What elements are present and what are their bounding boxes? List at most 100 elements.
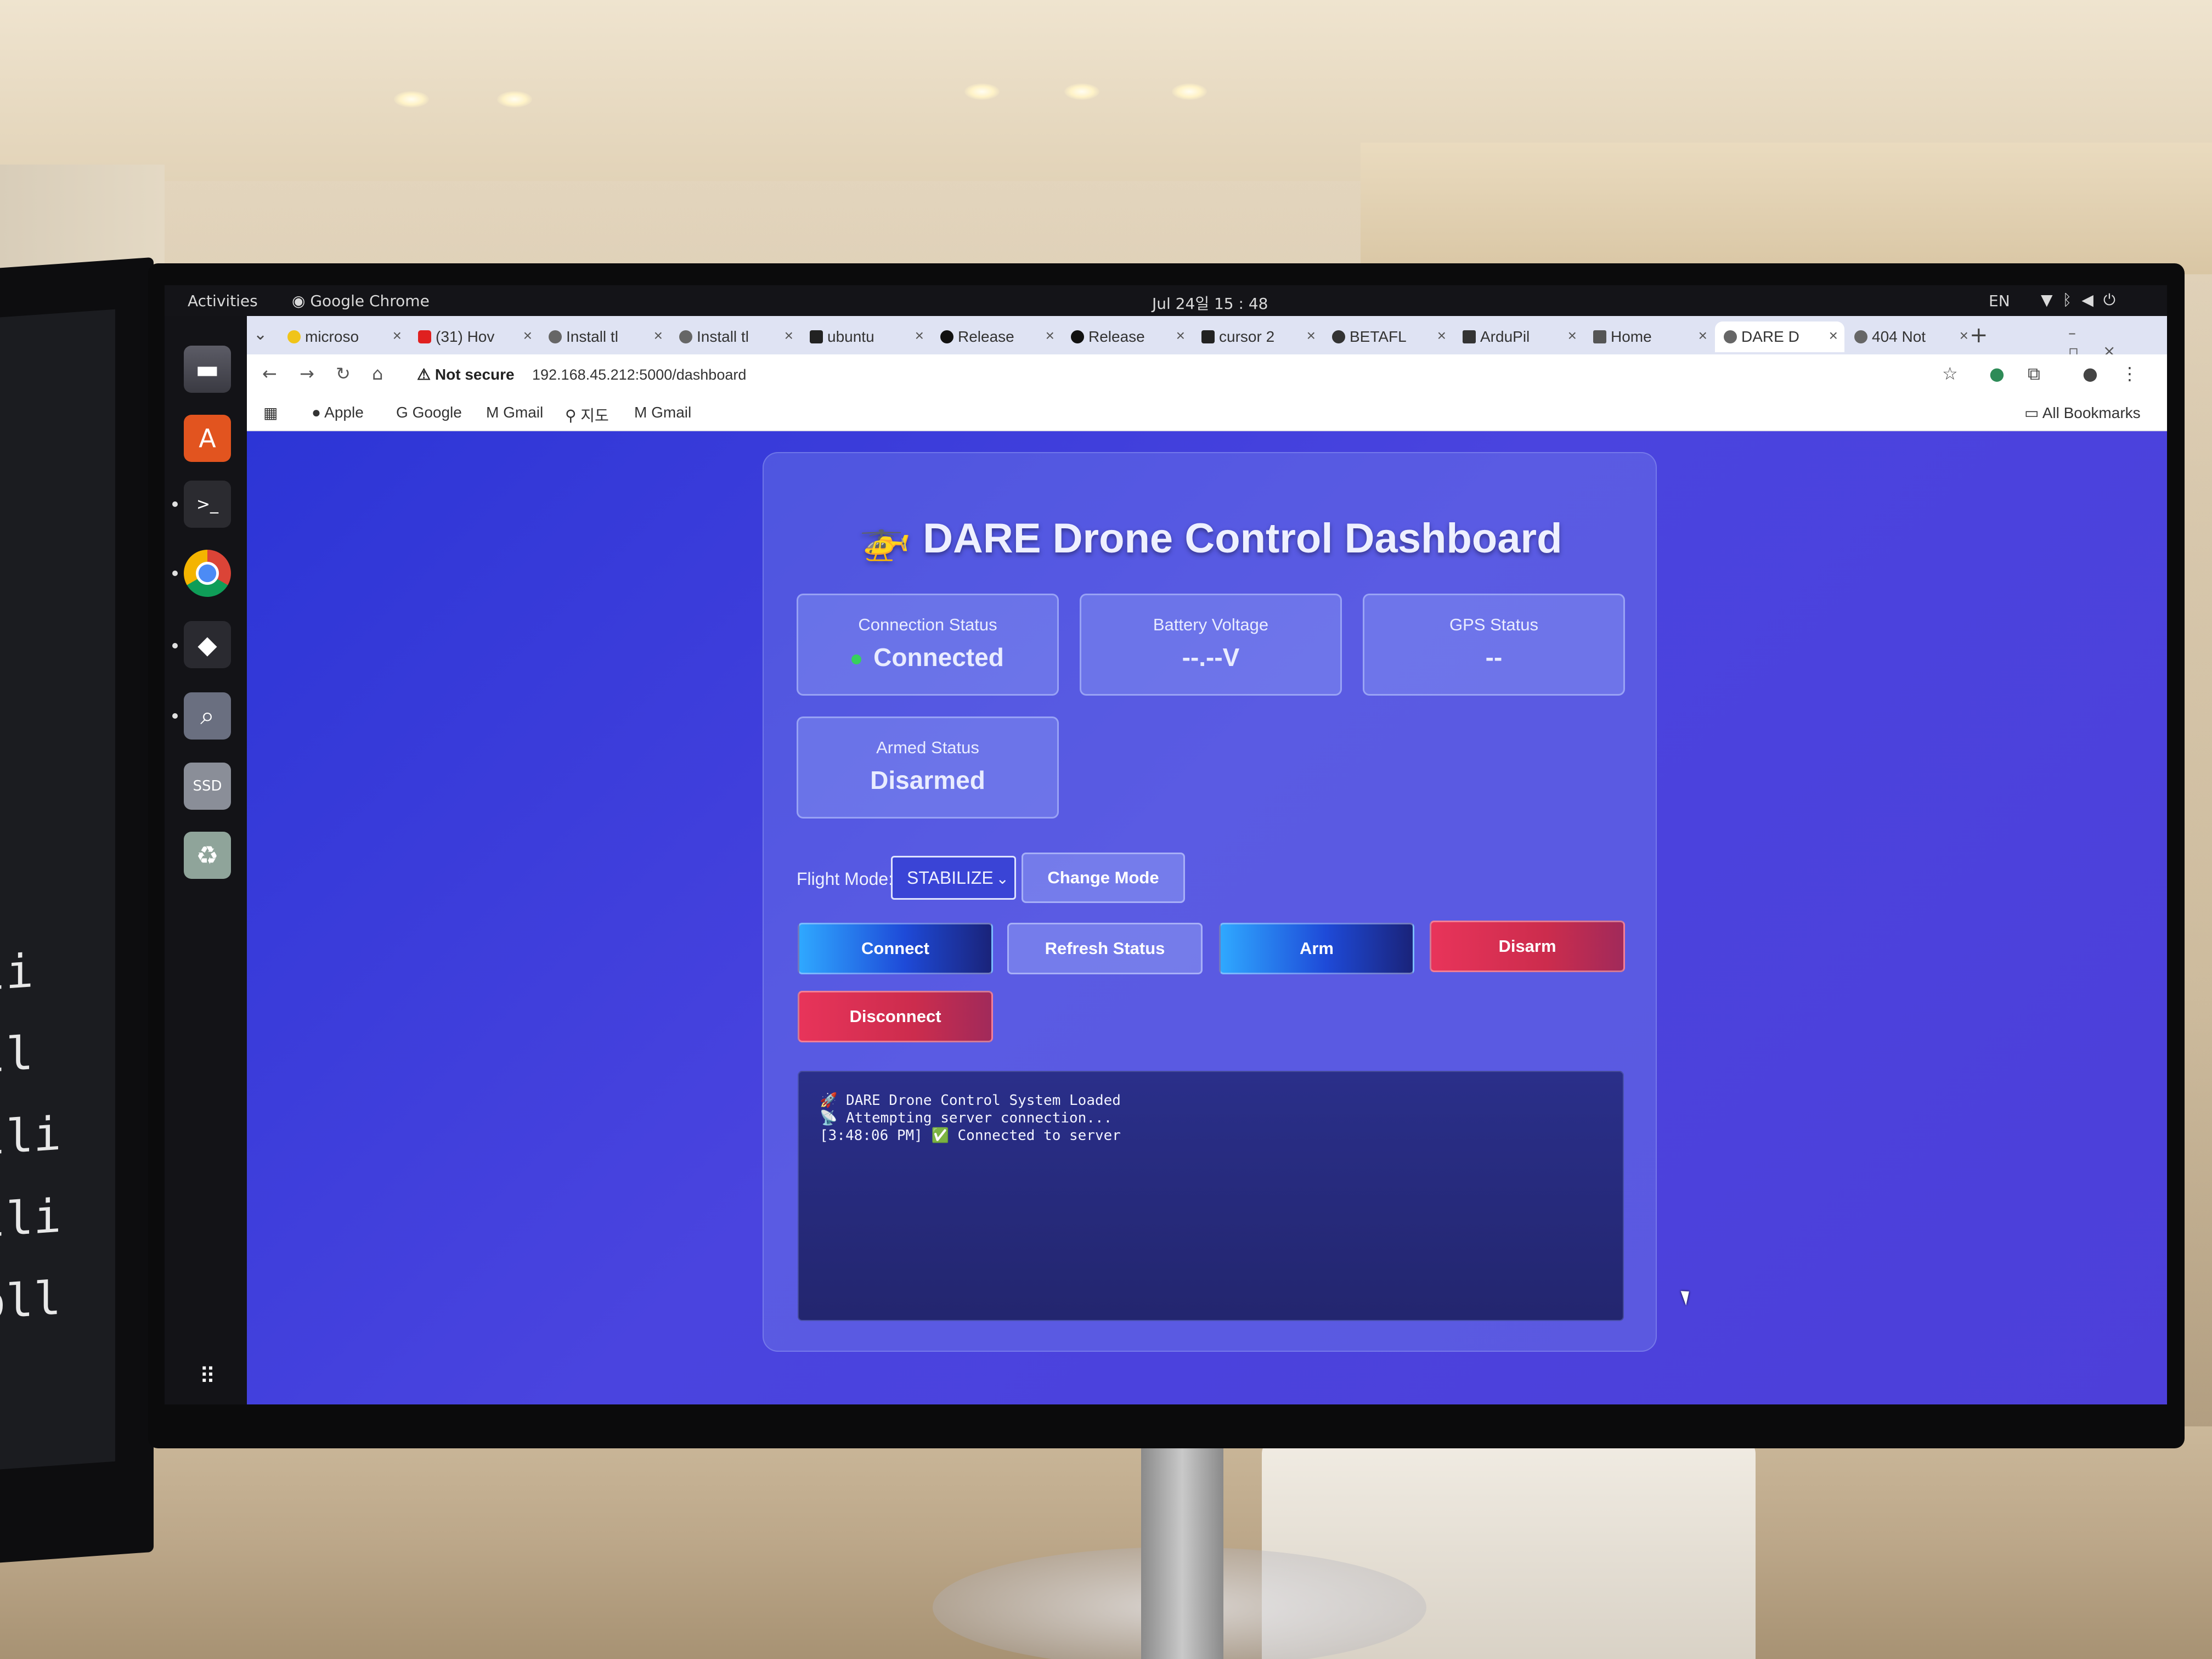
system-tray[interactable]: ▼ᛒ◀⏻ <box>2041 291 2125 309</box>
chrome-icon[interactable] <box>184 550 231 597</box>
running-indicator <box>172 501 178 507</box>
close-tab-icon[interactable]: × <box>785 327 793 345</box>
refresh-status-button[interactable]: Refresh Status <box>1007 923 1203 974</box>
home-icon[interactable]: ⌂ <box>372 363 383 384</box>
close-tab-icon[interactable]: × <box>393 327 402 345</box>
tab-title: ArduPil <box>1480 328 1530 345</box>
tab[interactable]: Install tl × <box>540 321 669 352</box>
cursor-app-icon[interactable]: ◆ <box>184 621 231 668</box>
close-tab-icon[interactable]: × <box>1829 327 1838 345</box>
close-tab-icon[interactable]: × <box>1176 327 1185 345</box>
close-tab-icon[interactable]: × <box>523 327 532 345</box>
ssd-drive-icon[interactable]: SSD <box>184 763 231 810</box>
flight-mode-select[interactable]: STABILIZE ⌄ <box>891 856 1016 900</box>
tab[interactable]: Home × <box>1584 321 1714 352</box>
all-bookmarks-label: All Bookmarks <box>2042 404 2141 421</box>
back-icon[interactable]: ← <box>262 363 277 384</box>
minimize-icon[interactable]: – <box>2068 324 2100 342</box>
change-mode-button[interactable]: Change Mode <box>1022 853 1185 903</box>
bookmark-google[interactable]: G Google <box>396 404 462 421</box>
ceiling-light <box>1172 83 1207 100</box>
tab-favicon <box>1332 330 1345 343</box>
tab-favicon <box>810 330 823 343</box>
wifi-icon: ▼ <box>2041 291 2063 309</box>
close-tab-icon[interactable]: × <box>1568 327 1577 345</box>
bookmark-label: Gmail <box>503 404 544 421</box>
input-language[interactable]: EN <box>1989 292 2010 310</box>
app-center-icon[interactable]: A <box>184 415 231 462</box>
tab[interactable]: Release × <box>932 321 1061 352</box>
card-label: Connection Status <box>858 615 997 634</box>
flight-mode-label: Flight Mode: <box>797 869 894 889</box>
tab[interactable]: microso × <box>279 321 408 352</box>
chrome-menu-icon[interactable]: ⋮ <box>2121 363 2138 384</box>
show-apps-icon[interactable]: ⠿ <box>184 1353 231 1400</box>
bookmark-maps[interactable]: ⚲ 지도 <box>565 404 609 426</box>
os-top-bar: Activities ◉ Google Chrome Jul 24일 15 : … <box>165 285 2167 316</box>
flight-mode-value: STABILIZE <box>907 867 994 888</box>
tab-title: microso <box>305 328 359 345</box>
all-bookmarks[interactable]: ▭ All Bookmarks <box>2024 404 2141 422</box>
close-tab-icon[interactable]: × <box>1699 327 1707 345</box>
disarm-button[interactable]: Disarm <box>1430 921 1625 972</box>
tab[interactable]: Release × <box>1062 321 1192 352</box>
github-favicon <box>940 330 953 343</box>
tab[interactable]: ArduPil × <box>1454 321 1583 352</box>
left-monitor-screen: li ll lli lli oll <box>0 309 115 1471</box>
tab[interactable]: (31) Hov × <box>409 321 539 352</box>
gps-value: -- <box>1485 643 1503 672</box>
arm-button[interactable]: Arm <box>1219 923 1414 974</box>
connect-button[interactable]: Connect <box>798 923 993 974</box>
bookmark-gmail[interactable]: M Gmail <box>486 404 543 421</box>
apps-grid-icon[interactable]: ▦ <box>263 404 278 422</box>
address-bar[interactable]: 192.168.45.212:5000/dashboard <box>532 366 746 383</box>
bookmark-apple[interactable]: ● Apple <box>312 404 364 421</box>
tab[interactable]: BETAFL × <box>1323 321 1453 352</box>
close-tab-icon[interactable]: × <box>915 327 924 345</box>
tab[interactable]: 404 Not × <box>1846 321 1975 352</box>
tab-active[interactable]: DARE D × <box>1715 321 1844 352</box>
image-viewer-icon[interactable]: ⌕ <box>184 692 231 740</box>
mouse-pointer-icon <box>1680 1288 1694 1306</box>
terminal-icon[interactable]: >_ <box>184 481 231 528</box>
clock[interactable]: Jul 24일 15 : 48 <box>1152 292 1268 314</box>
close-tab-icon[interactable]: × <box>1437 327 1446 345</box>
bookmark-label: Gmail <box>651 404 692 421</box>
trash-icon[interactable]: ♻ <box>184 832 231 879</box>
forward-icon[interactable]: → <box>300 363 314 384</box>
left-monitor-text: lli <box>0 1188 61 1249</box>
close-tab-icon[interactable]: × <box>1046 327 1054 345</box>
apple-icon: ● <box>312 404 325 421</box>
connection-status-card: Connection Status Connected <box>797 594 1059 696</box>
tab[interactable]: cursor 2 × <box>1193 321 1322 352</box>
tab-search-chevron-icon[interactable]: ⌄ <box>253 325 267 344</box>
close-tab-icon[interactable]: × <box>654 327 663 345</box>
bookmark-star-icon[interactable]: ☆ <box>1942 363 1958 384</box>
reload-icon[interactable]: ↻ <box>336 363 351 384</box>
disconnect-button[interactable]: Disconnect <box>798 991 993 1042</box>
activities-button[interactable]: Activities <box>188 292 258 310</box>
bookmark-gmail[interactable]: M Gmail <box>634 404 691 421</box>
gmail-icon: M <box>634 404 652 421</box>
page-title: 🚁 DARE Drone Control Dashboard <box>859 515 1562 562</box>
extension-icon[interactable]: ● <box>1989 363 2005 384</box>
tab[interactable]: Install tl × <box>670 321 800 352</box>
app-menu[interactable]: ◉ Google Chrome <box>292 292 430 310</box>
card-value: Connected <box>798 642 1057 672</box>
profile-avatar[interactable]: ● <box>2083 363 2098 384</box>
extensions-puzzle-icon[interactable]: ⧉ <box>2028 363 2040 385</box>
close-tab-icon[interactable]: × <box>1307 327 1316 345</box>
files-icon[interactable]: ▬ <box>184 346 231 393</box>
security-indicator[interactable]: ⚠ Not secure <box>417 365 515 383</box>
dock: ▬ A >_ ◆ ⌕ SSD ♻ ⠿ <box>165 316 247 1404</box>
tab[interactable]: ubuntu × <box>801 321 930 352</box>
new-tab-button[interactable]: + <box>1970 323 1988 348</box>
tab-title: cursor 2 <box>1219 328 1275 345</box>
connection-value: Connected <box>873 643 1004 672</box>
bookmark-label: 지도 <box>580 407 609 424</box>
close-tab-icon[interactable]: × <box>1960 327 1968 345</box>
armed-value: Disarmed <box>870 766 985 794</box>
ceiling-light <box>497 91 532 108</box>
running-indicator <box>172 571 178 576</box>
chevron-down-icon: ⌄ <box>996 870 1009 887</box>
